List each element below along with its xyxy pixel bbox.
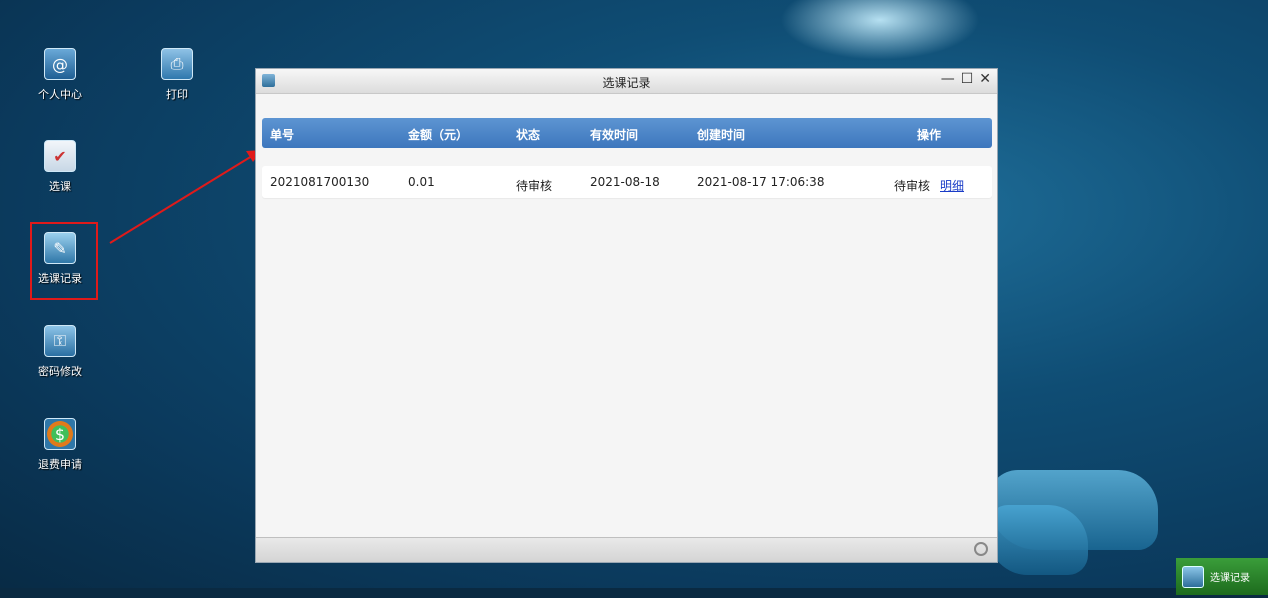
column-header-order-no: 单号	[270, 128, 295, 142]
cell-order-no: 2021081700130	[270, 175, 370, 189]
table-row: 2021081700130 0.01 待审核 2021-08-18 2021-0…	[262, 166, 992, 198]
column-header-status: 状态	[516, 128, 541, 142]
window-statusbar	[256, 537, 997, 562]
column-header-valid-date: 有效时间	[590, 128, 639, 142]
column-header-operation: 操作	[917, 128, 942, 142]
detail-link[interactable]: 明细	[940, 179, 964, 193]
cell-amount: 0.01	[408, 175, 435, 189]
cell-op-detail: 明细	[940, 177, 964, 194]
course-record-icon	[1182, 565, 1204, 588]
cell-valid-date: 2021-08-18	[590, 175, 660, 189]
column-header-amount: 金额（元）	[408, 128, 469, 142]
cell-created: 2021-08-17 17:06:38	[697, 175, 825, 189]
close-icon[interactable]: ✕	[979, 71, 991, 87]
window-titlebar[interactable]: 选课记录 — ☐ ✕	[256, 69, 997, 94]
cell-status: 待审核	[516, 179, 553, 193]
window-title: 选课记录	[602, 76, 651, 90]
window-controls: — ☐ ✕	[941, 71, 991, 87]
minimize-icon[interactable]: —	[941, 71, 955, 87]
taskbar-item-course-record[interactable]: 选课记录	[1176, 558, 1268, 595]
course-record-window: 选课记录 — ☐ ✕ 单号 金额（元） 状态 有效时间 创建时间 操作 2021…	[255, 68, 998, 563]
taskbar-item-label: 选课记录	[1210, 573, 1250, 584]
refresh-icon[interactable]	[974, 542, 988, 556]
column-header-created: 创建时间	[697, 128, 746, 142]
table-header: 单号 金额（元） 状态 有效时间 创建时间 操作	[262, 118, 992, 148]
maximize-icon[interactable]: ☐	[961, 71, 974, 87]
cell-op-status: 待审核	[894, 179, 931, 193]
